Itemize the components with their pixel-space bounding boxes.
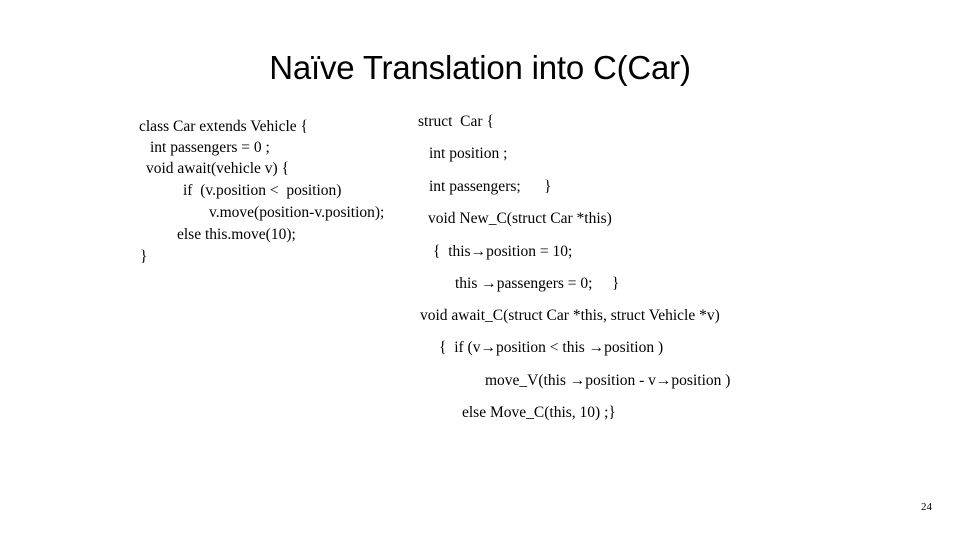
c-code-line: { if (v→position < this →position ) bbox=[439, 339, 664, 356]
c-code-line: else Move_C(this, 10) ;} bbox=[462, 404, 616, 421]
java-code-line: } bbox=[140, 248, 148, 265]
c-code-line: int position ; bbox=[429, 145, 508, 162]
java-code-line: if (v.position < position) bbox=[183, 182, 342, 199]
java-code-line: class Car extends Vehicle { bbox=[139, 118, 308, 135]
slide-canvas: Naïve Translation into C(Car) class Car … bbox=[0, 0, 960, 540]
c-code-line: void New_C(struct Car *this) bbox=[428, 210, 612, 227]
c-code-line: { this→position = 10; bbox=[433, 243, 573, 260]
java-code-line: void await(vehicle v) { bbox=[146, 160, 290, 177]
c-code-line: struct Car { bbox=[418, 113, 494, 130]
c-code-line: this →passengers = 0; } bbox=[455, 275, 620, 292]
java-code-line: v.move(position-v.position); bbox=[209, 204, 385, 221]
c-code-line: int passengers; } bbox=[429, 178, 552, 195]
java-code-line: else this.move(10); bbox=[177, 226, 296, 243]
page-title: Naïve Translation into C(Car) bbox=[269, 49, 691, 86]
page-number: 24 bbox=[921, 501, 932, 513]
c-code-line: move_V(this →position - v→position ) bbox=[485, 372, 731, 389]
java-code-line: int passengers = 0 ; bbox=[150, 139, 270, 156]
c-code-line: void await_C(struct Car *this, struct Ve… bbox=[420, 307, 720, 324]
